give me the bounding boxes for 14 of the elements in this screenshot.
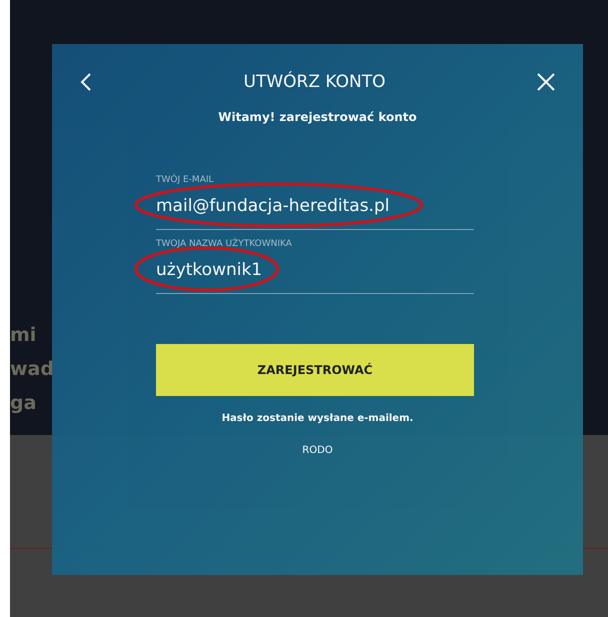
headline-text: ga — [10, 391, 36, 416]
close-icon[interactable] — [537, 73, 555, 91]
password-hint: Hasło zostanie wysłane e-mailem. — [222, 413, 414, 424]
field-label: TWOJA NAZWA UŻYTKOWNIKA — [156, 238, 293, 251]
headline-text: wad — [10, 357, 54, 382]
dialog-title: UTWÓRZ KONTO — [244, 70, 386, 94]
back-icon[interactable] — [80, 72, 92, 92]
headline-text: mi — [10, 323, 36, 348]
input-field[interactable]: mail@fundacja-hereditas.pl — [156, 188, 474, 230]
field-label: TWÓJ E-MAIL — [156, 174, 215, 187]
rodo-link[interactable]: RODO — [302, 445, 333, 456]
input-field[interactable]: użytkownik1 — [156, 252, 474, 294]
register-button[interactable]: ZAREJESTROWAĆ — [156, 344, 474, 396]
dialog-subtitle: Witamy! zarejestrować konto — [218, 109, 417, 126]
